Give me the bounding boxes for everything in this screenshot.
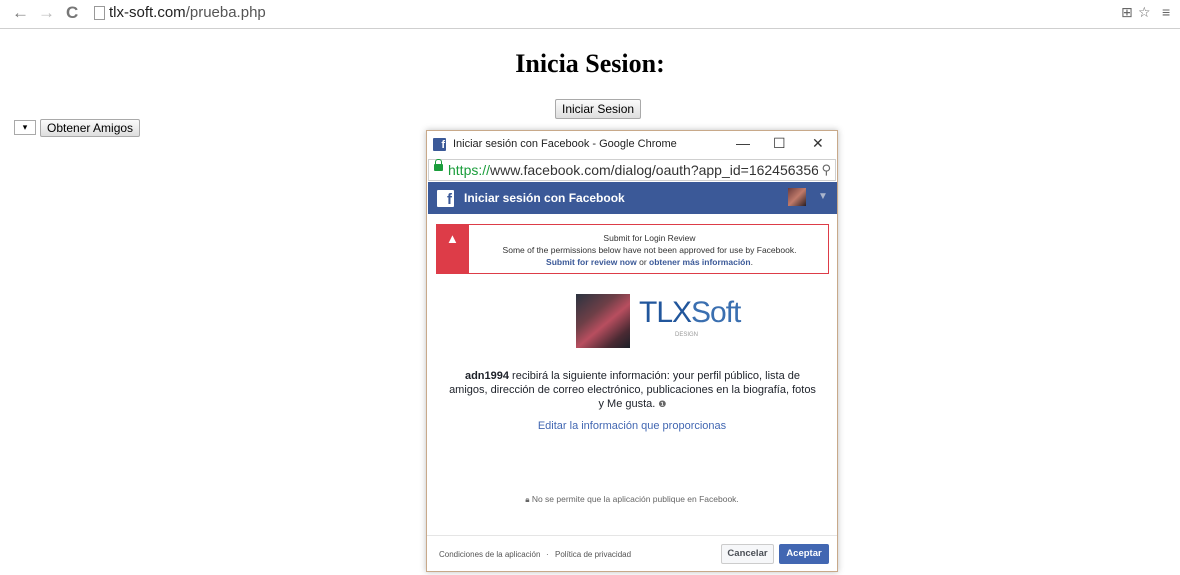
page-title: Inicia Sesion:: [515, 49, 665, 78]
close-button[interactable]: ✕: [812, 135, 824, 151]
browser-toolbar: ← → C tlx-soft.com/prueba.php ⊞ ☆ ≡: [0, 0, 1180, 29]
friends-select[interactable]: ▾: [14, 120, 36, 135]
no-post-text: No se permite que la aplicación publique…: [531, 494, 739, 504]
user-avatar[interactable]: [788, 188, 806, 206]
app-logo-main: TLX: [639, 296, 692, 329]
facebook-header: f Iniciar sesión con Facebook ▼: [428, 182, 837, 214]
translate-icon[interactable]: ⊞: [1121, 4, 1133, 21]
warning-end: .: [750, 257, 753, 267]
facebook-logo-icon: f: [437, 190, 454, 208]
privacy-policy-link[interactable]: Política de privacidad: [555, 550, 631, 559]
footer-separator: ·: [546, 550, 549, 559]
warning-connector: or: [636, 257, 650, 267]
facebook-login-popup: f Iniciar sesión con Facebook - Google C…: [426, 130, 838, 572]
warning-text-block: Submit for Login Review Some of the perm…: [471, 232, 828, 268]
popup-footer: Condiciones de la aplicación · Política …: [427, 535, 837, 572]
lock-icon: [434, 159, 443, 171]
page-icon: [94, 6, 105, 20]
edit-info-link[interactable]: Editar la información que proporcionas: [427, 420, 837, 432]
app-photo: [576, 294, 630, 348]
bookmark-star-icon[interactable]: ☆: [1138, 4, 1151, 21]
back-arrow-icon[interactable]: ←: [12, 3, 29, 23]
accept-button[interactable]: Aceptar: [779, 544, 829, 564]
popup-address-bar[interactable]: https://www.facebook.com/dialog/oauth?ap…: [428, 159, 836, 181]
url-host: tlx-soft.com: [109, 4, 186, 21]
login-review-warning: ▲ Submit for Login Review Some of the pe…: [436, 224, 829, 274]
app-logo-sub: DESIGN: [675, 332, 699, 338]
login-button[interactable]: Iniciar Sesion: [555, 99, 642, 119]
popup-titlebar: f Iniciar sesión con Facebook - Google C…: [427, 131, 837, 158]
menu-icon[interactable]: ≡: [1162, 4, 1170, 20]
cancel-button[interactable]: Cancelar: [721, 544, 774, 564]
permissions-info: adn1994 recibirá la siguiente informació…: [447, 369, 818, 411]
app-logo-soft: Soft: [691, 296, 741, 329]
no-post-notice: 🔒︎ No se permite que la aplicación publi…: [427, 494, 837, 505]
app-terms-link[interactable]: Condiciones de la aplicación: [439, 550, 540, 559]
facebook-favicon-icon: f: [433, 138, 446, 151]
warning-triangle-icon: ▲: [446, 231, 459, 246]
address-bar[interactable]: tlx-soft.com/prueba.php: [109, 4, 266, 21]
maximize-button[interactable]: ☐: [773, 135, 786, 151]
warning-title: Submit for Login Review: [603, 233, 696, 243]
warning-strip: ▲: [437, 225, 469, 273]
info-icon[interactable]: ❶: [658, 399, 666, 409]
facebook-header-title: Iniciar sesión con Facebook: [464, 191, 625, 205]
reload-icon[interactable]: C: [66, 3, 78, 23]
lock-icon: 🔒︎: [525, 495, 530, 504]
url-path: /prueba.php: [185, 4, 266, 21]
warning-links: Submit for review now or obtener más inf…: [471, 256, 828, 268]
url-rest: www.facebook.com/dialog/oauth?app_id=162…: [490, 162, 818, 178]
search-icon[interactable]: ⚲: [821, 162, 831, 178]
more-info-link[interactable]: obtener más información: [649, 257, 751, 267]
warning-text: Some of the permissions below have not b…: [502, 245, 797, 255]
app-logo: TLXSoft: [639, 296, 741, 330]
user-name: adn1994: [464, 370, 509, 382]
get-friends-button[interactable]: Obtener Amigos: [40, 119, 141, 137]
chevron-down-icon[interactable]: ▼: [818, 191, 828, 202]
minimize-button[interactable]: —: [736, 135, 750, 151]
url-scheme: https://: [448, 162, 491, 178]
popup-window-title: Iniciar sesión con Facebook - Google Chr…: [453, 138, 677, 150]
submit-review-link[interactable]: Submit for review now: [546, 257, 637, 267]
popup-url: https://www.facebook.com/dialog/oauth?ap…: [448, 162, 818, 178]
forward-arrow-icon[interactable]: →: [38, 3, 55, 23]
